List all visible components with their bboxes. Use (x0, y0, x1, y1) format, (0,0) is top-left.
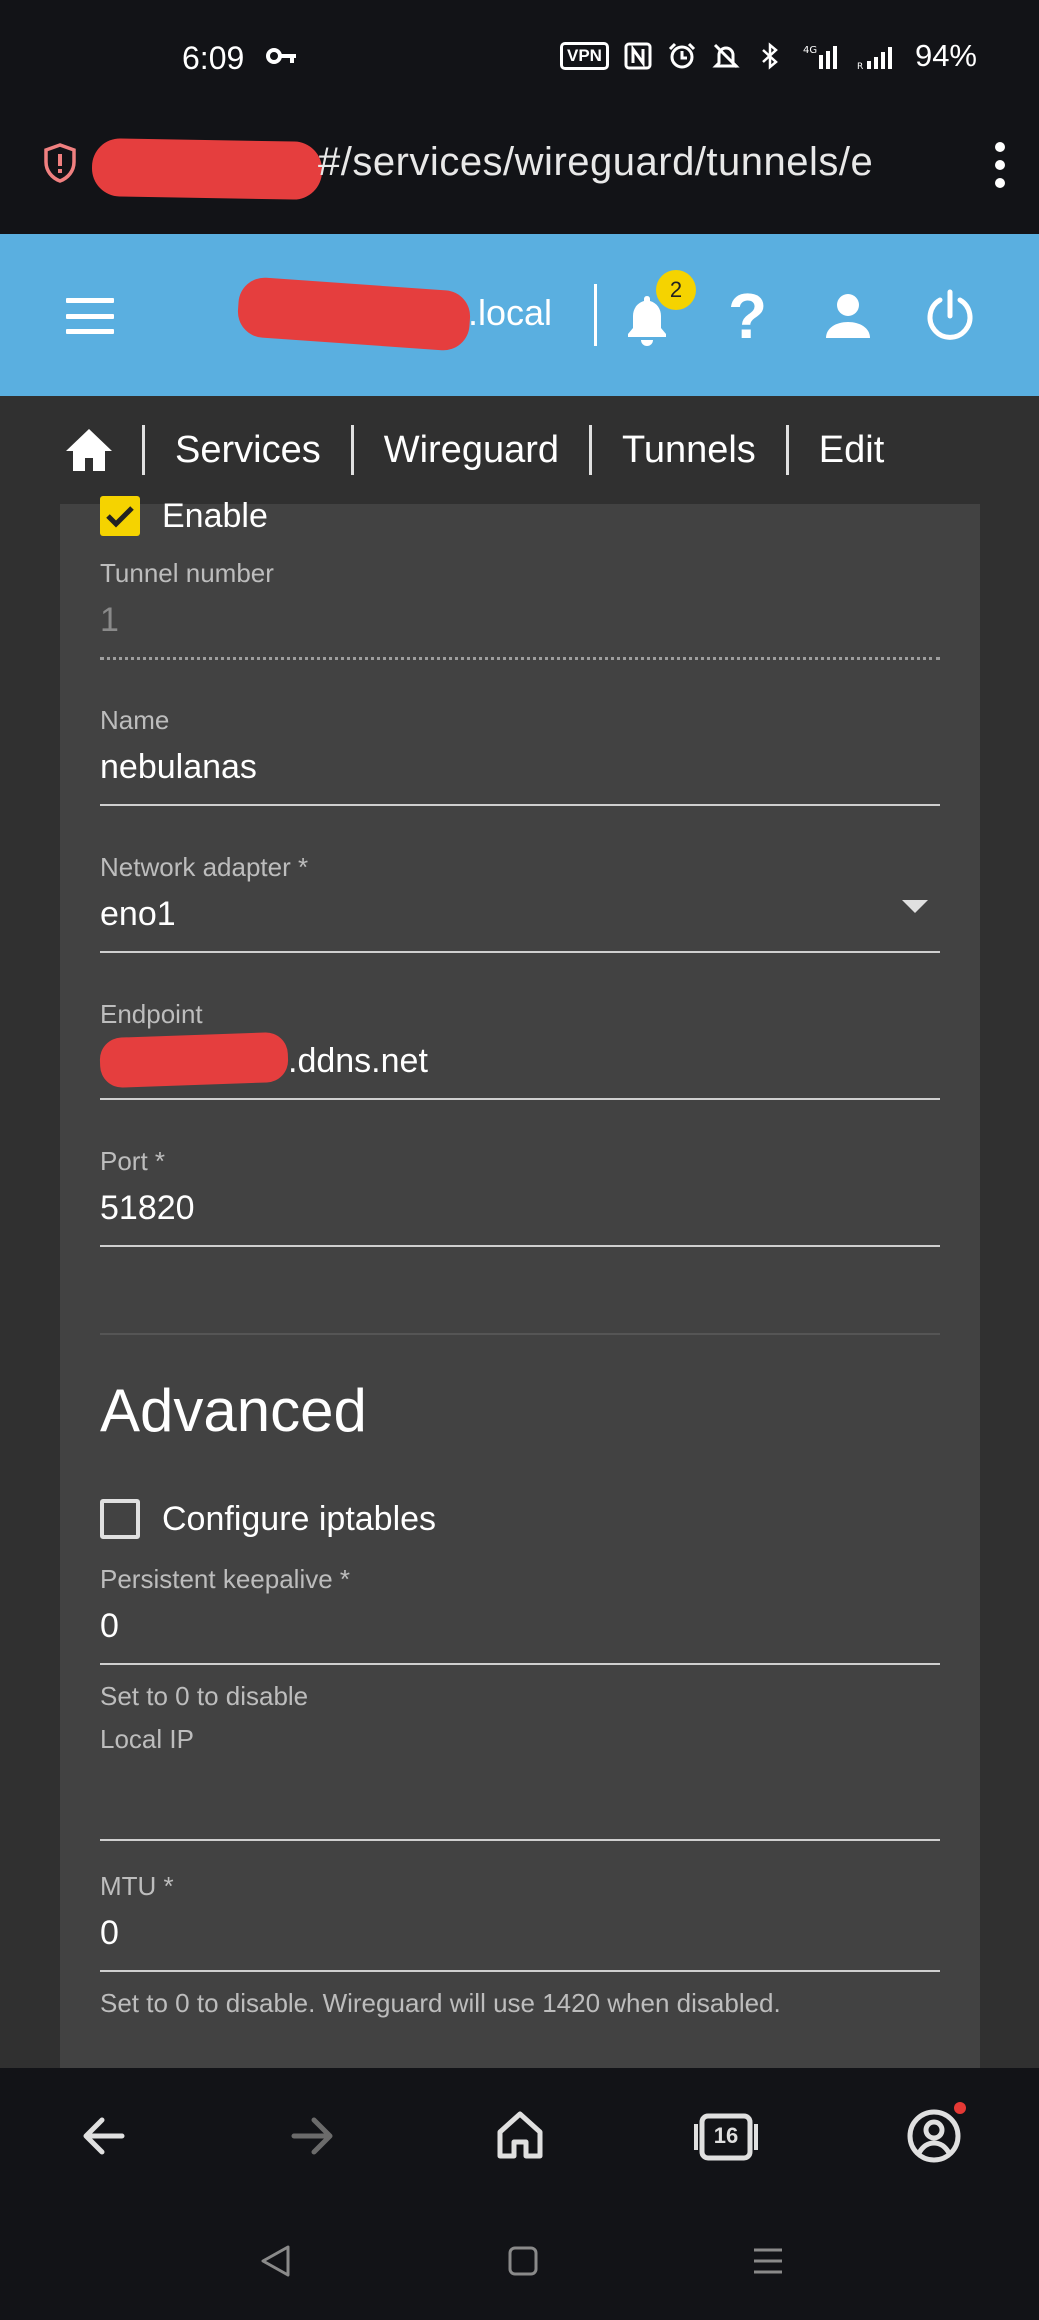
shield-icon[interactable] (42, 142, 78, 184)
persistent-keepalive-field[interactable]: Persistent keepalive * 0 Set to 0 to dis… (100, 1564, 940, 1712)
configure-iptables-row[interactable]: Configure iptables (100, 1499, 436, 1539)
port-input[interactable]: 51820 (100, 1189, 940, 1233)
network-adapter-field[interactable]: Network adapter * eno1 (100, 852, 940, 953)
system-navigation-bar (0, 2204, 1039, 2320)
network-adapter-underline (100, 951, 940, 953)
redaction-mark (99, 1031, 289, 1089)
configure-iptables-checkbox[interactable] (100, 1499, 140, 1539)
breadcrumb-separator (350, 425, 354, 475)
local-ip-field[interactable]: Local IP (100, 1724, 940, 1841)
breadcrumb-services[interactable]: Services (175, 429, 321, 472)
app-toolbar: .local 2 ? (0, 234, 1039, 396)
svg-text:4G: 4G (803, 45, 817, 56)
mtu-underline (100, 1970, 940, 1972)
network-adapter-select[interactable]: eno1 (100, 895, 940, 939)
persistent-keepalive-hint: Set to 0 to disable (100, 1681, 309, 1711)
breadcrumb-tunnels[interactable]: Tunnels (622, 429, 756, 472)
chevron-down-icon[interactable] (902, 900, 928, 913)
tab-count: 16 (713, 2123, 739, 2148)
account-icon[interactable] (900, 2102, 968, 2170)
status-icons: VPN 4G R 94% (559, 38, 977, 74)
bluetooth-icon (762, 42, 778, 70)
endpoint-field[interactable]: Endpoint .ddns.net (99, 999, 940, 1100)
home-icon[interactable] (64, 427, 114, 473)
name-underline (100, 804, 940, 806)
port-underline (100, 1245, 940, 1247)
breadcrumb-edit: Edit (818, 428, 885, 471)
port-label: Port * (100, 1146, 166, 1176)
redaction-mark (236, 275, 472, 353)
system-home-icon[interactable] (505, 2244, 541, 2278)
breadcrumb-separator (589, 425, 593, 475)
section-divider (100, 1333, 940, 1335)
enable-checkbox[interactable] (100, 496, 140, 536)
mute-icon (712, 43, 740, 69)
signal-icon: 4G (803, 45, 837, 69)
tunnel-number-underline (100, 657, 940, 660)
check-icon (106, 506, 134, 528)
url-text[interactable]: #/services/wireguard/tunnels/e (318, 140, 928, 185)
alarm-icon (668, 42, 696, 69)
menu-icon[interactable] (66, 298, 114, 334)
name-input[interactable]: nebulanas (100, 748, 940, 792)
battery-level: 94% (914, 38, 977, 73)
signal-icon-2: R (857, 47, 892, 71)
browser-menu-icon[interactable] (993, 142, 1007, 188)
mtu-input[interactable]: 0 (100, 1914, 940, 1958)
system-recents-icon[interactable] (750, 2244, 786, 2278)
nfc-icon (624, 42, 652, 70)
endpoint-label: Endpoint (100, 999, 203, 1029)
enable-label: Enable (162, 496, 268, 535)
name-label: Name (100, 705, 170, 735)
local-ip-underline (100, 1839, 940, 1841)
breadcrumb-separator (785, 425, 789, 475)
browser-address-bar[interactable]: #/services/wireguard/tunnels/e (0, 118, 1039, 234)
breadcrumb-wireguard[interactable]: Wireguard (384, 429, 559, 472)
tunnel-number-value: 1 (100, 601, 119, 639)
name-field[interactable]: Name nebulanas (100, 705, 940, 806)
redaction-mark (91, 137, 323, 201)
forward-icon (291, 2117, 333, 2155)
notification-dot (954, 2102, 966, 2114)
tunnel-number-field: Tunnel number 1 (100, 558, 940, 660)
notification-badge: 2 (656, 270, 696, 310)
status-bar: 6:09 VPN 4G R 94% (0, 0, 1039, 118)
tunnel-number-label: Tunnel number (100, 558, 274, 588)
mtu-hint: Set to 0 to disable. Wireguard will use … (100, 1988, 781, 2018)
local-ip-input[interactable] (100, 1767, 940, 1827)
hostname: .local (468, 292, 553, 333)
network-adapter-label: Network adapter * (100, 852, 309, 882)
persistent-keepalive-input[interactable]: 0 (100, 1607, 940, 1651)
persistent-keepalive-label: Persistent keepalive * (100, 1564, 351, 1594)
tabs-icon[interactable]: 16 (692, 2102, 760, 2170)
advanced-section-title: Advanced (100, 1377, 367, 1444)
mtu-field[interactable]: MTU * 0 Set to 0 to disable. Wireguard w… (100, 1871, 940, 2019)
key-icon (266, 48, 296, 64)
enable-checkbox-row[interactable]: Enable (100, 496, 268, 536)
mtu-label: MTU * (100, 1871, 174, 1901)
breadcrumb-separator (142, 425, 145, 475)
configure-iptables-label: Configure iptables (162, 1499, 437, 1538)
power-icon[interactable] (922, 288, 978, 344)
help-icon[interactable]: ? (728, 284, 767, 348)
endpoint-underline (100, 1098, 940, 1100)
breadcrumb: Services Wireguard Tunnels Edit (0, 396, 1039, 504)
toolbar-divider (594, 284, 597, 346)
status-time: 6:09 (182, 40, 245, 76)
back-icon[interactable] (70, 2102, 138, 2170)
system-back-icon[interactable] (258, 2244, 294, 2278)
home-nav-icon[interactable] (486, 2102, 554, 2170)
browser-bottom-nav: 16 (0, 2068, 1039, 2204)
user-icon[interactable] (822, 290, 874, 342)
local-ip-label: Local IP (100, 1724, 194, 1754)
svg-text:R: R (857, 62, 863, 71)
vpn-badge: VPN (559, 42, 609, 70)
persistent-keepalive-underline (100, 1663, 940, 1665)
port-field[interactable]: Port * 51820 (100, 1146, 940, 1247)
